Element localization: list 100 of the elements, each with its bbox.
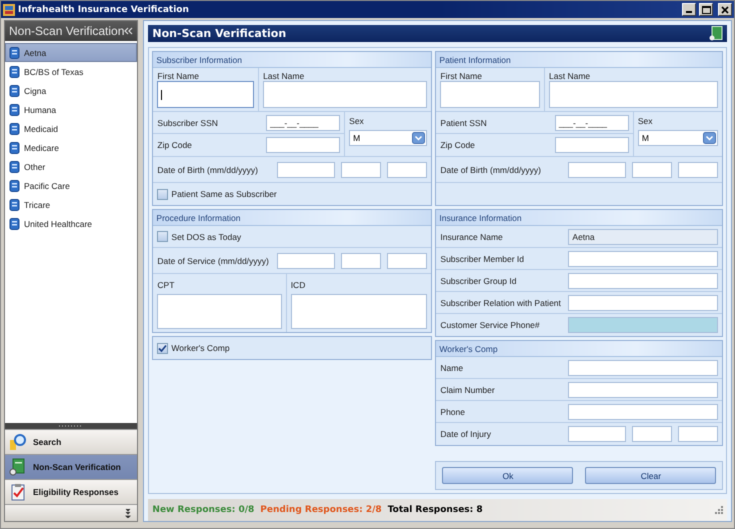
document-icon <box>9 104 20 116</box>
insurer-item[interactable]: United Healthcare <box>5 214 138 233</box>
date-day-field[interactable] <box>341 162 382 178</box>
date-year-field[interactable] <box>678 162 718 178</box>
pane-title: Non-Scan Verification <box>9 24 124 38</box>
document-icon <box>709 26 724 41</box>
field-label: Subscriber Relation with Patient <box>440 298 562 308</box>
section-title: Patient Information <box>439 54 511 64</box>
status-text: New Responses: 0/8 <box>152 505 254 515</box>
date-month-field[interactable] <box>277 162 336 178</box>
document-icon <box>9 46 20 58</box>
clear-button[interactable]: Clear <box>585 467 716 484</box>
sex-dropdown[interactable]: M <box>638 130 718 146</box>
date-month-field[interactable] <box>568 426 626 442</box>
maximize-button[interactable] <box>699 3 713 16</box>
zip-code-field[interactable] <box>554 137 629 153</box>
field-label: Insurance Name <box>440 232 504 242</box>
field-label: Date of Birth (mm/dd/yyyy) <box>157 164 260 174</box>
last-name-field[interactable] <box>263 81 428 108</box>
date-day-field[interactable] <box>341 252 382 268</box>
ok-button[interactable]: Ok <box>442 467 574 484</box>
last-name-field[interactable] <box>549 81 718 108</box>
document-icon <box>9 122 20 134</box>
field-label: Date of Injury <box>440 429 492 439</box>
document-icon <box>9 198 20 210</box>
close-button[interactable] <box>718 3 732 16</box>
field-label: Customer Service Phone# <box>440 320 541 330</box>
field-label: Subscriber Member Id <box>440 254 526 264</box>
text-field[interactable] <box>568 250 718 266</box>
text-field[interactable] <box>568 404 718 420</box>
minimize-button[interactable] <box>682 3 696 16</box>
field-label: Last Name <box>263 71 306 81</box>
section-title: Worker's Comp <box>439 344 498 354</box>
field-label: Patient SSN <box>440 118 488 128</box>
field-label: First Name <box>157 71 200 81</box>
cpt-field[interactable] <box>157 294 282 329</box>
field-label: Zip Code <box>440 140 476 150</box>
ssn-field[interactable]: ___-__-____ <box>554 114 629 130</box>
chevron-icon[interactable] <box>125 508 132 518</box>
date-day-field[interactable] <box>632 426 672 442</box>
checkbox[interactable]: Patient Same as Subscriber <box>157 188 277 200</box>
section-title: Procedure Information <box>156 212 241 222</box>
field-label: Claim Number <box>440 384 496 394</box>
checkmark-icon <box>158 344 168 352</box>
field-label: Name <box>440 362 464 372</box>
document-icon <box>9 458 27 476</box>
date-year-field[interactable] <box>678 426 718 442</box>
insurer-item[interactable]: Tricare <box>5 195 138 214</box>
document-icon <box>9 180 20 192</box>
insurer-item[interactable]: Medicaid <box>5 119 138 138</box>
status-text: Pending Responses: 2/8 <box>260 505 382 515</box>
resize-grip-icon <box>715 506 724 514</box>
checkbox[interactable]: Set DOS as Today <box>157 231 242 242</box>
date-month-field[interactable] <box>568 162 626 178</box>
insurer-item[interactable]: Cigna <box>5 81 138 100</box>
first-name-field[interactable] <box>157 81 254 108</box>
maximize-icon <box>702 6 710 14</box>
section-title: Insurance Information <box>439 212 522 222</box>
nav-button[interactable]: Non-Scan Verification <box>5 454 138 479</box>
search-icon <box>9 433 27 451</box>
date-year-field[interactable] <box>387 252 428 268</box>
insurance-name-field: Aetna <box>568 228 718 244</box>
field-label: Sex <box>349 116 365 126</box>
field-label: CPT <box>157 280 176 290</box>
section-title: Subscriber Information <box>156 54 242 64</box>
nav-button[interactable]: Eligibility Responses <box>5 479 138 504</box>
nav-button[interactable]: Search <box>5 429 138 454</box>
sex-dropdown[interactable]: M <box>349 130 428 146</box>
document-icon <box>9 160 20 172</box>
zip-code-field[interactable] <box>266 137 340 153</box>
insurer-item[interactable]: BC/BS of Texas <box>5 62 138 81</box>
window-title: Infrahealth Insurance Verification <box>18 4 190 14</box>
text-field[interactable] <box>568 272 718 288</box>
app-icon <box>3 4 15 16</box>
insurer-item[interactable]: Pacific Care <box>5 176 138 195</box>
field-label: Date of Birth (mm/dd/yyyy) <box>440 164 542 174</box>
date-day-field[interactable] <box>632 162 672 178</box>
field-label: Phone <box>440 406 466 416</box>
field-label: First Name <box>440 71 483 81</box>
field-label: Date of Service (mm/dd/yyyy) <box>157 256 270 266</box>
ssn-field[interactable]: ___-__-____ <box>266 114 340 130</box>
date-month-field[interactable] <box>277 252 336 268</box>
field-label: Sex <box>638 116 654 126</box>
field-label: Zip Code <box>157 140 193 150</box>
insurer-item[interactable]: Other <box>5 157 138 176</box>
field-label: Last Name <box>549 71 592 81</box>
text-field[interactable] <box>568 360 718 376</box>
first-name-field[interactable] <box>440 81 540 108</box>
document-icon <box>9 66 20 78</box>
date-year-field[interactable] <box>387 162 428 178</box>
checkbox[interactable]: Worker's Comp <box>157 342 230 354</box>
page-title: Non-Scan Verification <box>152 27 286 40</box>
text-field[interactable] <box>568 382 718 398</box>
text-field[interactable] <box>568 294 718 310</box>
document-icon <box>9 84 20 96</box>
collapse-icon[interactable] <box>124 27 134 35</box>
insurer-item[interactable]: Humana <box>5 100 138 119</box>
insurer-item[interactable]: Medicare <box>5 138 138 157</box>
icd-field[interactable] <box>290 294 428 329</box>
insurer-item[interactable]: Aetna <box>5 43 138 62</box>
